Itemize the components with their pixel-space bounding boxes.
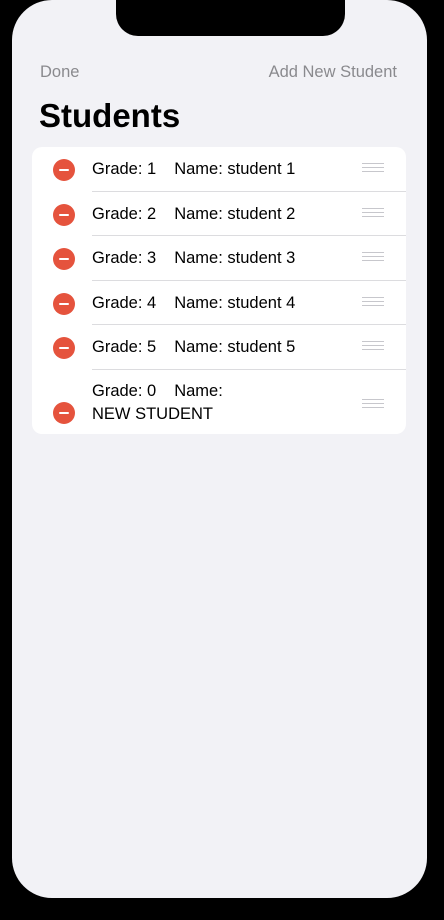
list-item[interactable]: Grade: 3 Name: student 3 xyxy=(32,236,406,281)
delete-icon[interactable] xyxy=(53,248,75,270)
add-new-student-button[interactable]: Add New Student xyxy=(269,63,397,82)
reorder-handle-icon[interactable] xyxy=(362,207,384,221)
delete-icon[interactable] xyxy=(53,292,75,315)
delete-icon[interactable] xyxy=(53,203,75,226)
phone-frame: Done Add New Student Students Grade: 1 Na… xyxy=(0,0,444,920)
app-screen: Done Add New Student Students Grade: 1 Na… xyxy=(12,0,427,898)
student-info: Grade: 3 Name: student 3 xyxy=(92,249,295,268)
reorder-handle-icon[interactable] xyxy=(362,163,384,176)
reorder-handle-icon[interactable] xyxy=(362,252,384,265)
delete-icon[interactable] xyxy=(53,337,75,359)
done-button[interactable]: Done xyxy=(40,63,79,82)
grade-label: Grade: 5 xyxy=(92,338,157,356)
grade-label: Grade: 0 xyxy=(92,381,157,400)
reorder-handle-icon[interactable] xyxy=(362,296,384,310)
name-value-line2: NEW STUDENT xyxy=(92,404,213,423)
name-label: Name: student 5 xyxy=(174,338,296,356)
delete-icon[interactable] xyxy=(53,401,75,424)
student-info: Grade: 2 Name: student 2 xyxy=(92,205,295,224)
list-item[interactable]: Grade: 1 Name: student 1 xyxy=(32,147,406,192)
grade-label: Grade: 3 xyxy=(92,249,157,267)
page-title: Students xyxy=(39,97,181,134)
grade-label: Grade: 2 xyxy=(92,204,157,223)
grade-label: Grade: 4 xyxy=(92,293,157,312)
student-info: Grade: 0 Name: NEW STUDENT xyxy=(92,382,223,424)
list-item[interactable]: Grade: 5 Name: student 5 xyxy=(32,325,406,370)
student-info: Grade: 1 Name: student 1 xyxy=(92,160,295,179)
reorder-handle-icon[interactable] xyxy=(362,341,384,354)
delete-icon[interactable] xyxy=(53,159,75,181)
student-info: Grade: 4 Name: student 4 xyxy=(92,294,295,313)
name-label: Name: student 3 xyxy=(174,249,296,267)
name-label: Name: student 1 xyxy=(174,160,296,178)
student-info: Grade: 5 Name: student 5 xyxy=(92,338,295,357)
device-notch xyxy=(116,0,345,36)
name-label: Name: xyxy=(174,381,223,400)
list-item[interactable]: Grade: 2 Name: student 2 xyxy=(32,192,406,236)
students-list: Grade: 1 Name: student 1 Grade: 2 Name: st… xyxy=(32,147,406,434)
reorder-handle-icon[interactable] xyxy=(362,398,384,412)
list-item[interactable]: Grade: 4 Name: student 4 xyxy=(32,281,406,325)
name-label: Name: student 4 xyxy=(174,293,296,312)
name-label: Name: student 2 xyxy=(174,204,296,223)
list-item[interactable]: Grade: 0 Name: NEW STUDENT xyxy=(32,370,406,435)
grade-label: Grade: 1 xyxy=(92,160,157,178)
